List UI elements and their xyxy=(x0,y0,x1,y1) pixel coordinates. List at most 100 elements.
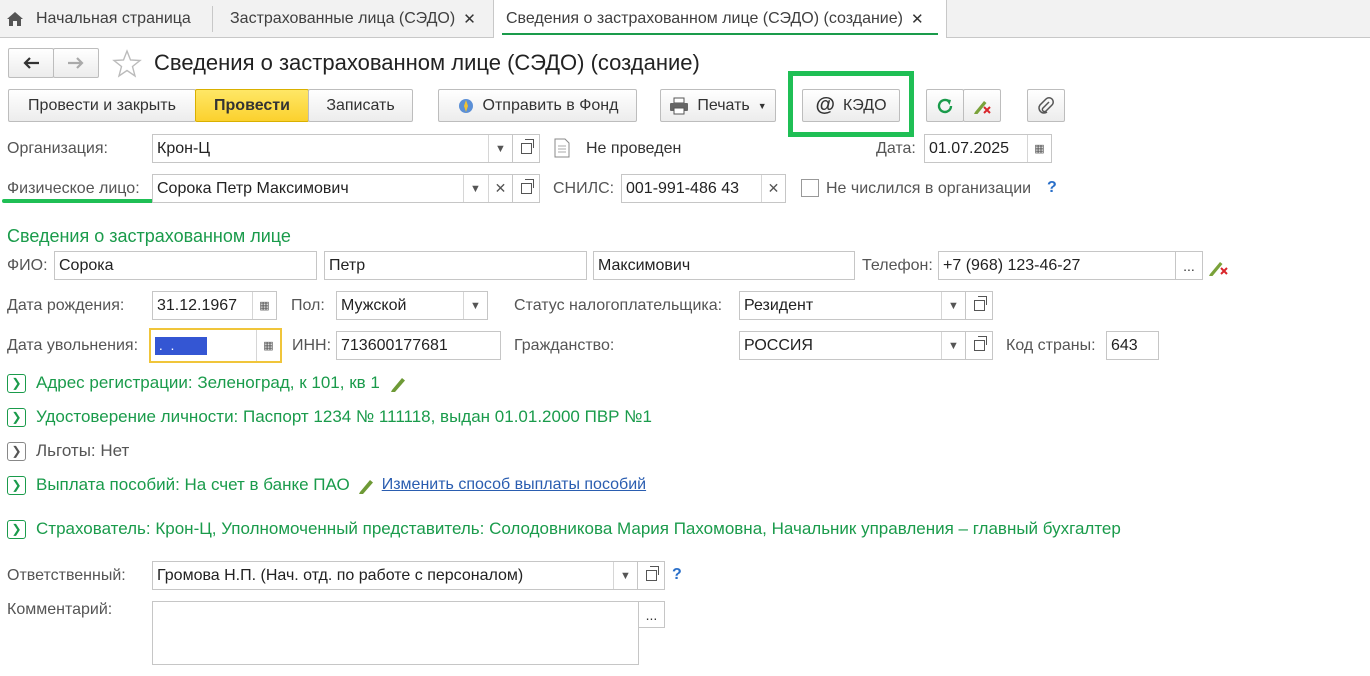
print-label: Печать xyxy=(697,96,750,114)
dismissal-date-field[interactable]: . . ▦ xyxy=(149,328,282,363)
dismissal-date-value: . . xyxy=(155,336,207,355)
country-code-field[interactable]: 643 xyxy=(1106,331,1159,360)
payment-section[interactable]: ❯ Выплата пособий: На счет в банке ПАО И… xyxy=(7,475,646,495)
change-payment-link[interactable]: Изменить способ выплаты пособий xyxy=(382,476,646,494)
help-icon[interactable]: ? xyxy=(672,566,682,584)
first-name-value: Петр xyxy=(329,256,366,274)
middle-name-field[interactable]: Максимович xyxy=(593,251,855,280)
help-icon[interactable]: ? xyxy=(1047,179,1057,197)
last-name-value: Сорока xyxy=(59,256,114,274)
phone-label: Телефон: xyxy=(862,257,933,274)
benefits-section[interactable]: ❯ Льготы: Нет xyxy=(7,441,129,461)
refresh-icon xyxy=(937,98,953,113)
forward-button[interactable] xyxy=(53,48,99,78)
chevron-down-icon[interactable]: ▼ xyxy=(941,332,965,359)
expand-icon[interactable]: ❯ xyxy=(7,407,26,427)
pencil-clear-icon xyxy=(974,100,991,114)
snils-field[interactable]: 001-991-486 43 ✕ xyxy=(621,174,786,203)
identity-text: Удостоверение личности: Паспорт 1234 № 1… xyxy=(36,407,652,426)
chevron-down-icon[interactable]: ▼ xyxy=(463,175,487,202)
expand-icon[interactable]: ❯ xyxy=(7,475,26,495)
sex-label: Пол: xyxy=(291,297,325,314)
citizenship-label: Гражданство: xyxy=(514,337,615,354)
open-citizenship-button[interactable] xyxy=(965,331,993,360)
clear-edit-button[interactable] xyxy=(963,89,1001,122)
tab-current[interactable]: Сведения о застрахованном лице (СЭДО) (с… xyxy=(493,0,947,38)
document-icon xyxy=(554,138,570,158)
inn-field[interactable]: 713600177681 xyxy=(336,331,501,360)
chevron-down-icon[interactable]: ▼ xyxy=(613,562,637,589)
last-name-field[interactable]: Сорока xyxy=(54,251,317,280)
comment-textarea[interactable] xyxy=(152,601,639,665)
chevron-down-icon[interactable]: ▼ xyxy=(941,292,965,319)
chevron-down-icon[interactable]: ▼ xyxy=(463,292,487,319)
calendar-icon[interactable]: ▦ xyxy=(1027,135,1051,162)
birth-date-value: 31.12.1967 xyxy=(157,296,238,314)
open-icon xyxy=(520,139,534,154)
open-icon xyxy=(973,336,987,351)
person-field[interactable]: Сорока Петр Максимович ▼ ✕ xyxy=(152,174,513,203)
pencil-clear-icon[interactable] xyxy=(1208,257,1230,277)
tab-home[interactable]: Начальная страница xyxy=(0,0,212,37)
expand-icon[interactable]: ❯ xyxy=(7,441,26,461)
back-button[interactable] xyxy=(8,48,54,78)
sex-select[interactable]: Мужской ▼ xyxy=(336,291,488,320)
first-name-field[interactable]: Петр xyxy=(324,251,587,280)
comment-label: Комментарий: xyxy=(7,601,113,618)
print-button[interactable]: Печать ▼ xyxy=(660,89,776,122)
identity-section[interactable]: ❯ Удостоверение личности: Паспорт 1234 №… xyxy=(7,407,652,427)
refresh-button[interactable] xyxy=(926,89,964,122)
person-label-highlight xyxy=(2,199,164,203)
post-and-close-button[interactable]: Провести и закрыть xyxy=(8,89,196,122)
clear-icon[interactable]: ✕ xyxy=(488,175,512,202)
send-to-fund-button[interactable]: Отправить в Фонд xyxy=(438,89,637,122)
phone-more-button[interactable]: ... xyxy=(1175,251,1203,280)
organization-label: Организация: xyxy=(7,140,108,157)
address-section[interactable]: ❯ Адрес регистрации: Зеленоград, к 101, … xyxy=(7,373,408,393)
kedo-button[interactable]: @ КЭДО xyxy=(802,89,900,122)
open-responsible-button[interactable] xyxy=(637,561,665,590)
pencil-icon[interactable] xyxy=(390,374,408,392)
pencil-icon[interactable] xyxy=(358,476,376,494)
save-button[interactable]: Записать xyxy=(308,89,413,122)
page-title: Сведения о застрахованном лице (СЭДО) (с… xyxy=(154,50,700,75)
person-label: Физическое лицо: xyxy=(7,180,140,197)
birth-date-field[interactable]: 31.12.1967 ▦ xyxy=(152,291,277,320)
paperclip-icon xyxy=(1038,96,1054,114)
inn-value: 713600177681 xyxy=(341,336,448,354)
open-organization-button[interactable] xyxy=(512,134,540,163)
insurer-section[interactable]: ❯ Страхователь: Крон-Ц, Уполномоченный п… xyxy=(7,519,1121,539)
address-text: Адрес регистрации: Зеленоград, к 101, кв… xyxy=(36,373,380,392)
attach-button[interactable] xyxy=(1027,89,1065,122)
close-icon[interactable]: ✕ xyxy=(911,10,924,28)
tab-bar: Начальная страница Застрахованные лица (… xyxy=(0,0,1370,38)
country-code-value: 643 xyxy=(1111,336,1138,354)
close-icon[interactable]: ✕ xyxy=(463,10,476,28)
tab-insured-persons[interactable]: Застрахованные лица (СЭДО) ✕ xyxy=(213,0,491,37)
expand-icon[interactable]: ❯ xyxy=(7,373,26,393)
open-person-button[interactable] xyxy=(512,174,540,203)
insured-section-title: Сведения о застрахованном лице xyxy=(7,226,291,246)
not-employed-checkbox[interactable] xyxy=(801,179,819,197)
phone-field[interactable]: +7 (968) 123-46-27 xyxy=(938,251,1176,280)
responsible-field[interactable]: Громова Н.П. (Нач. отд. по работе с перс… xyxy=(152,561,638,590)
chevron-down-icon[interactable]: ▼ xyxy=(488,135,512,162)
expand-icon[interactable]: ❯ xyxy=(7,519,26,539)
calendar-icon[interactable]: ▦ xyxy=(252,292,276,319)
country-code-label: Код страны: xyxy=(1006,337,1096,354)
star-icon[interactable] xyxy=(112,49,142,78)
tax-status-select[interactable]: Резидент ▼ xyxy=(739,291,966,320)
organization-field[interactable]: Крон-Ц ▼ xyxy=(152,134,513,163)
clear-icon[interactable]: ✕ xyxy=(761,175,785,202)
dismissal-date-label: Дата увольнения: xyxy=(7,337,139,354)
calendar-icon[interactable]: ▦ xyxy=(256,330,280,361)
post-button[interactable]: Провести xyxy=(195,89,309,122)
inn-label: ИНН: xyxy=(292,337,332,354)
open-tax-status-button[interactable] xyxy=(965,291,993,320)
payment-text: Выплата пособий: На счет в банке ПАО xyxy=(36,475,350,494)
date-field[interactable]: 01.07.2025 ▦ xyxy=(924,134,1052,163)
send-to-fund-label: Отправить в Фонд xyxy=(482,96,619,114)
citizenship-value: РОССИЯ xyxy=(744,336,813,354)
comment-more-button[interactable]: ... xyxy=(638,601,665,628)
citizenship-select[interactable]: РОССИЯ ▼ xyxy=(739,331,966,360)
